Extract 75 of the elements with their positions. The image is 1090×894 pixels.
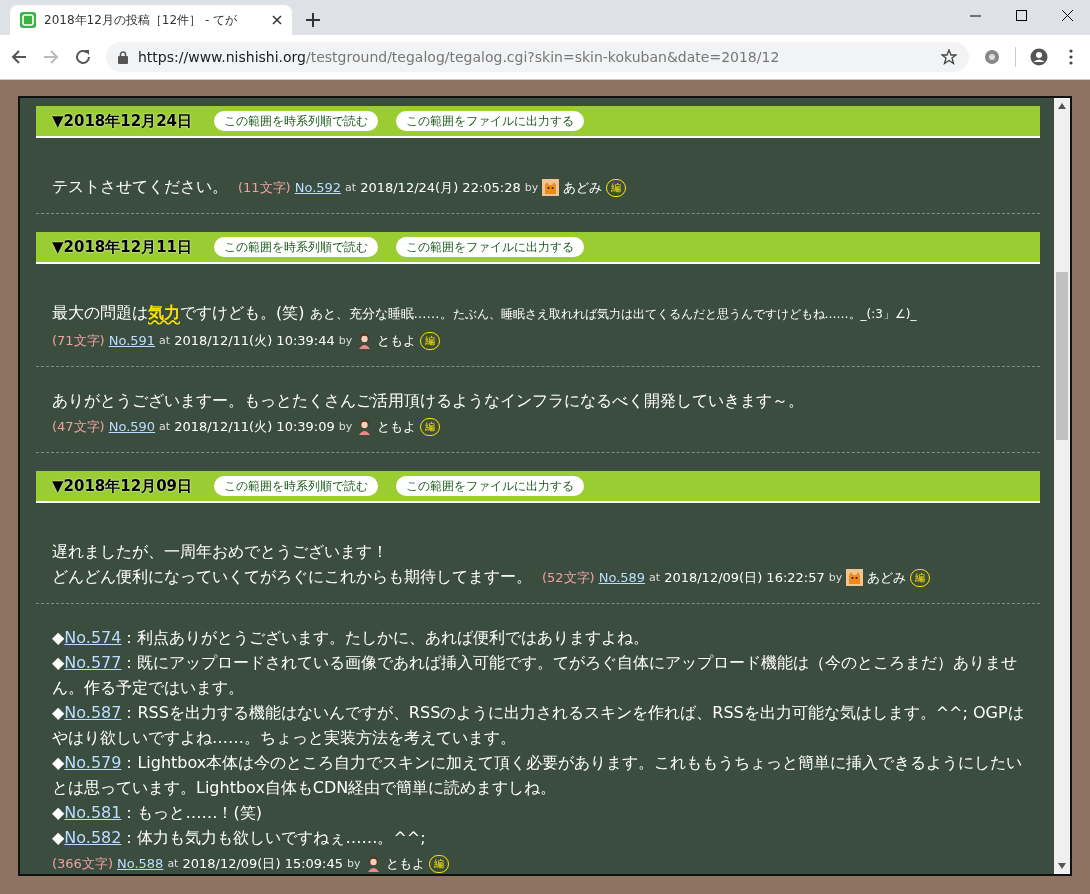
by-label: by bbox=[338, 419, 353, 435]
char-count: (52文字) bbox=[542, 569, 595, 587]
by-label: by bbox=[524, 180, 539, 196]
date-heading: ▼2018年12月09日 bbox=[52, 476, 193, 496]
post-link[interactable]: No.574 bbox=[64, 628, 122, 647]
post-text: 遅れましたが、一周年おめでとうございます！ bbox=[52, 541, 389, 563]
post-text: ◆No.587：RSSを出力する機能はないんですが、RSSのように出力されるスキンを作れば、RSSを出力可能な気はします。^^; OGPはやはり欲しいですよね……。ちょっと実装方法を考えています。 bbox=[52, 702, 1024, 749]
star-icon[interactable] bbox=[941, 49, 957, 65]
char-count: (11文字) bbox=[238, 179, 291, 197]
post-text: ◆No.579：Lightbox本体は今のところ自力でスキンに加えて頂く必要があります。これももうちょっと簡単に挿入できるようにしたいとは思っています。Lightbox自体もCDN経由で簡単に読めますしね。 bbox=[52, 752, 1024, 799]
date-heading: ▼2018年12月24日 bbox=[52, 111, 193, 131]
range-button[interactable]: この範囲をファイルに出力する bbox=[396, 111, 585, 131]
cat-avatar-icon bbox=[846, 569, 864, 586]
at-label: at bbox=[345, 180, 357, 196]
close-window-icon[interactable] bbox=[1061, 9, 1073, 21]
maximize-icon[interactable] bbox=[1015, 9, 1027, 21]
char-count: (366文字) bbox=[52, 855, 113, 873]
lock-icon bbox=[118, 50, 128, 64]
post-link[interactable]: No.579 bbox=[64, 753, 122, 772]
post-date: 2018/12/11(火) 10:39:44 bbox=[174, 332, 335, 350]
address-bar[interactable]: https://www.nishishi.org/testground/tegalog/tegalog.cgi?skin=skin-kokuban&date=2018/12 bbox=[106, 42, 969, 72]
post-text: ◆No.582：体力も気力も欲しいですねぇ……。^^; bbox=[52, 827, 427, 849]
range-button[interactable]: この範囲を時系列順で読む bbox=[214, 237, 379, 257]
char-count: (47文字) bbox=[52, 418, 105, 436]
author-name: ともよ bbox=[385, 855, 425, 873]
range-button[interactable]: この範囲をファイルに出力する bbox=[396, 476, 585, 496]
post-link[interactable]: No.587 bbox=[64, 703, 122, 722]
post-date: 2018/12/11(火) 10:39:09 bbox=[174, 418, 335, 436]
author-name: あどみ bbox=[563, 179, 603, 197]
post-number-link[interactable]: No.588 bbox=[116, 851, 164, 874]
author-name: あどみ bbox=[867, 569, 907, 587]
page-favicon-icon bbox=[20, 12, 36, 28]
at-label: at bbox=[167, 856, 179, 872]
post-date: 2018/12/09(日) 15:09:45 bbox=[182, 855, 344, 873]
post-text: テストさせてください。 bbox=[52, 176, 228, 198]
close-tab-icon[interactable] bbox=[272, 15, 282, 25]
author-name: ともよ bbox=[377, 332, 417, 350]
by-label: by bbox=[338, 333, 353, 349]
scrollbar[interactable] bbox=[1054, 98, 1070, 874]
post-link[interactable]: No.577 bbox=[64, 653, 122, 672]
author-name: ともよ bbox=[377, 418, 417, 436]
post-text: ◆No.577：既にアップロードされている画像であれば挿入可能です。てがろぐ自体にアップロード機能は（今のところまだ）ありません。作る予定ではいます。 bbox=[52, 652, 1019, 699]
by-label: by bbox=[347, 856, 361, 872]
post-number-link[interactable]: No.591 bbox=[108, 328, 156, 353]
post-number-link[interactable]: No.590 bbox=[108, 414, 156, 439]
back-arrow-icon[interactable] bbox=[10, 48, 28, 66]
range-button[interactable]: この範囲をファイルに出力する bbox=[396, 237, 585, 257]
scroll-up-icon[interactable] bbox=[1058, 103, 1066, 109]
post-link[interactable]: No.581 bbox=[64, 803, 122, 822]
profile-icon[interactable] bbox=[1030, 48, 1048, 66]
post-text: 最大の問題は気力ですけども。(笑) あと、充分な睡眠……。たぶん、睡眠さえ取れれば気力は出てくるんだと思うんですけどもね……。_(:3」∠)_ bbox=[52, 302, 918, 324]
char-count: (71文字) bbox=[52, 332, 105, 350]
reload-icon[interactable] bbox=[74, 48, 92, 66]
scroll-thumb[interactable] bbox=[1056, 272, 1068, 440]
post-date: 2018/12/24(月) 22:05:28 bbox=[360, 179, 521, 197]
post-number-link[interactable]: No.592 bbox=[294, 175, 342, 200]
post-link[interactable]: No.582 bbox=[64, 828, 122, 847]
post-number-link[interactable]: No.589 bbox=[598, 565, 646, 590]
browser-tab[interactable]: 2018年12月の投稿［12件］ - てが bbox=[10, 5, 292, 35]
post-text: どんどん便利になっていくてがろぐにこれからも期待してますー。 bbox=[52, 566, 532, 588]
new-tab-icon[interactable] bbox=[306, 13, 320, 27]
at-label: at bbox=[649, 570, 661, 586]
scroll-down-icon[interactable] bbox=[1058, 863, 1066, 869]
range-button[interactable]: この範囲を時系列順で読む bbox=[214, 476, 379, 496]
by-label: by bbox=[828, 570, 843, 586]
at-label: at bbox=[159, 333, 171, 349]
cat-avatar-icon bbox=[542, 179, 560, 196]
range-button[interactable]: この範囲を時系列順で読む bbox=[214, 111, 379, 131]
date-heading: ▼2018年12月11日 bbox=[52, 237, 193, 257]
post-text: ありがとうございますー。もっとたくさんご活用頂けるようなインフラになるべく開発していきます～。 bbox=[52, 390, 805, 412]
post-text: ◆No.574：利点ありがとうございます。たしかに、あれば便利ではありますよね。 bbox=[52, 627, 651, 649]
post-text: ◆No.581：もっと……！(笑) bbox=[52, 802, 263, 824]
post-date: 2018/12/09(日) 16:22:57 bbox=[664, 569, 825, 587]
at-label: at bbox=[159, 419, 171, 435]
tab-title: 2018年12月の投稿［12件］ - てが bbox=[44, 11, 239, 29]
